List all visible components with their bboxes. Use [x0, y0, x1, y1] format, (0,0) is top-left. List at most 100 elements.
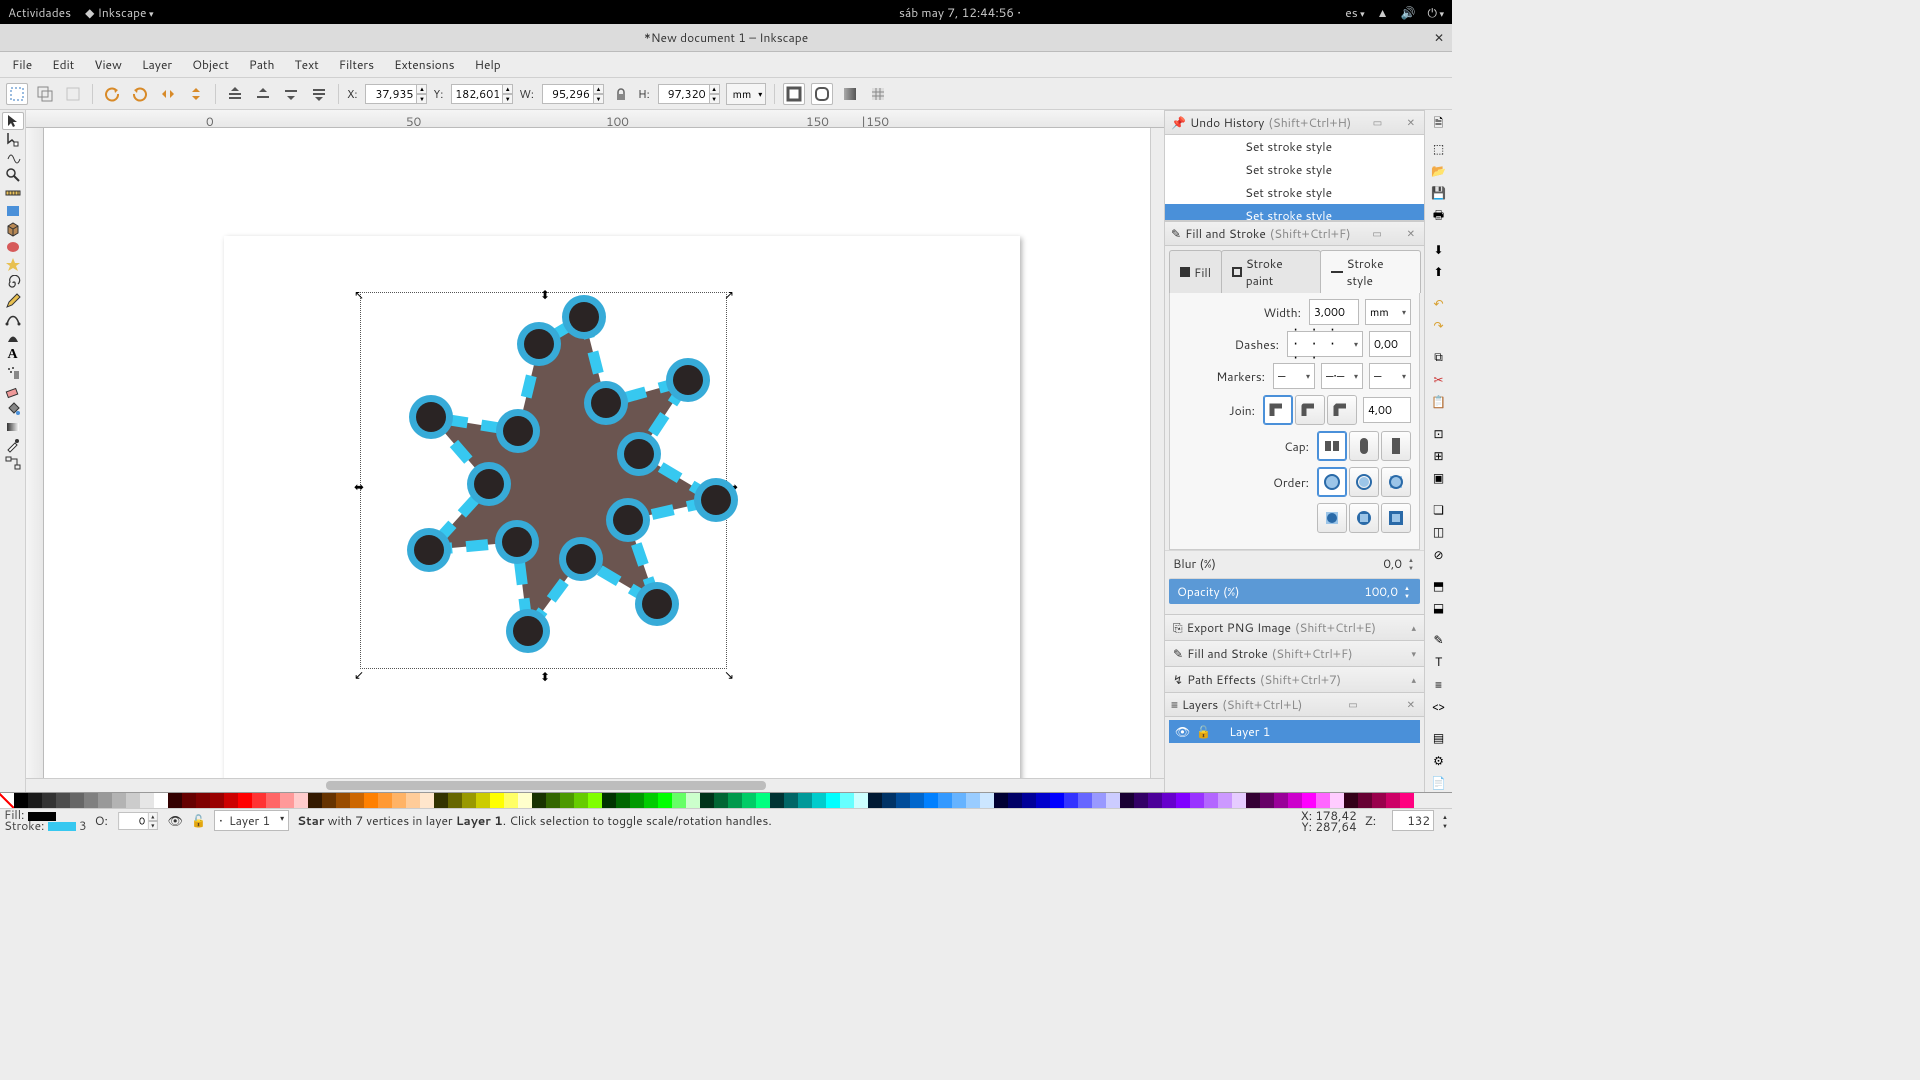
palette-swatch[interactable] — [546, 793, 560, 808]
ungroup-button[interactable]: ⬓ — [1428, 599, 1450, 617]
palette-swatch[interactable] — [168, 793, 182, 808]
palette-swatch[interactable] — [630, 793, 644, 808]
paste-button[interactable]: 📋 — [1428, 393, 1450, 411]
palette-swatch[interactable] — [798, 793, 812, 808]
palette-swatch[interactable] — [854, 793, 868, 808]
palette-swatch[interactable] — [826, 793, 840, 808]
palette-swatch[interactable] — [714, 793, 728, 808]
palette-swatch[interactable] — [378, 793, 392, 808]
palette-swatch[interactable] — [224, 793, 238, 808]
palette-swatch[interactable] — [938, 793, 952, 808]
clone-button[interactable]: ◫ — [1428, 523, 1450, 541]
rect-tool[interactable] — [2, 202, 24, 220]
palette-swatch[interactable] — [1078, 793, 1092, 808]
canvas[interactable]: ↖ ⬍ ↗ ⬌ ⬌ ↙ ⬍ ↘ — [44, 128, 1150, 778]
palette-swatch[interactable] — [672, 793, 686, 808]
panel-minimize-icon[interactable]: ▭ — [1345, 698, 1360, 712]
palette-swatch[interactable] — [1260, 793, 1274, 808]
marker-start-select[interactable]: — — [1273, 363, 1315, 389]
save-button[interactable]: 💾 — [1428, 184, 1450, 202]
network-icon[interactable]: ▲ — [1377, 4, 1389, 21]
palette-swatch[interactable] — [980, 793, 994, 808]
join-miter-button[interactable] — [1263, 395, 1293, 425]
palette-swatch[interactable] — [1064, 793, 1078, 808]
palette-swatch[interactable] — [1386, 793, 1400, 808]
zoom-input[interactable]: 132 — [1392, 810, 1434, 831]
panel-close-icon[interactable]: ✕ — [1404, 698, 1418, 712]
palette-swatch[interactable] — [434, 793, 448, 808]
unit-select[interactable]: mm — [726, 83, 767, 105]
panel-minimize-icon[interactable]: ▭ — [1370, 116, 1385, 130]
undo-item[interactable]: Set stroke style — [1165, 158, 1424, 181]
spray-tool[interactable] — [2, 364, 24, 382]
menu-extensions[interactable]: Extensions — [386, 53, 463, 76]
palette-swatch[interactable] — [1134, 793, 1148, 808]
palette-swatch[interactable] — [308, 793, 322, 808]
cut-button[interactable]: ✂ — [1428, 370, 1450, 388]
panel-minimize-icon[interactable]: ▭ — [1369, 227, 1384, 241]
import-button[interactable]: ⬇ — [1428, 240, 1450, 258]
3dbox-tool[interactable] — [2, 220, 24, 238]
cap-square-button[interactable] — [1381, 431, 1411, 461]
palette-swatch[interactable] — [1232, 793, 1246, 808]
stroke-width-unit[interactable]: mm — [1365, 299, 1411, 325]
palette-swatch[interactable] — [112, 793, 126, 808]
tweak-tool[interactable] — [2, 148, 24, 166]
zoom-tool[interactable] — [2, 166, 24, 184]
palette-swatch[interactable] — [266, 793, 280, 808]
raise-button[interactable] — [252, 83, 274, 105]
cap-round-button[interactable] — [1349, 431, 1379, 461]
palette-swatch[interactable] — [1036, 793, 1050, 808]
scrollbar-horizontal[interactable] — [26, 778, 1164, 792]
palette-swatch[interactable] — [700, 793, 714, 808]
palette-swatch[interactable] — [868, 793, 882, 808]
layer-lock-toggle[interactable]: 🔓 — [191, 812, 206, 829]
palette-swatch[interactable] — [182, 793, 196, 808]
marker-mid-select[interactable]: —•— — [1321, 363, 1363, 389]
palette-swatch[interactable] — [476, 793, 490, 808]
palette-swatch[interactable] — [42, 793, 56, 808]
bezier-tool[interactable] — [2, 310, 24, 328]
h-input[interactable]: ▲▼ — [658, 84, 720, 104]
palette-swatch[interactable] — [490, 793, 504, 808]
undo-item[interactable]: Set stroke style — [1165, 135, 1424, 158]
select-all-layers-button[interactable] — [6, 83, 28, 105]
undo-item-selected[interactable]: Set stroke style — [1165, 204, 1424, 221]
path-effects-header[interactable]: ↯ Path Effects (Shift+Ctrl+7)▴ — [1165, 666, 1424, 692]
move-patterns-button[interactable] — [867, 83, 889, 105]
fillstroke-dlg-button[interactable]: ✎ — [1428, 630, 1450, 648]
palette-swatch[interactable] — [1218, 793, 1232, 808]
palette-swatch[interactable] — [686, 793, 700, 808]
palette-swatch[interactable] — [210, 793, 224, 808]
select-all-button[interactable] — [34, 83, 56, 105]
palette-swatch[interactable] — [1176, 793, 1190, 808]
gradient-tool[interactable] — [2, 418, 24, 436]
palette-swatch[interactable] — [1106, 793, 1120, 808]
star-tool[interactable] — [2, 256, 24, 274]
palette-swatch[interactable] — [252, 793, 266, 808]
lower-bottom-button[interactable] — [308, 83, 330, 105]
palette-swatch[interactable] — [756, 793, 770, 808]
palette-swatch[interactable] — [1162, 793, 1176, 808]
lock-wh-button[interactable] — [610, 83, 632, 105]
palette-swatch[interactable] — [924, 793, 938, 808]
palette-swatch[interactable] — [140, 793, 154, 808]
panel-close-icon[interactable]: ✕ — [1404, 116, 1418, 130]
duplicate-button[interactable]: ❏ — [1428, 500, 1450, 518]
copy-button[interactable]: ⧉ — [1428, 348, 1450, 366]
palette-swatch[interactable] — [1092, 793, 1106, 808]
cap-butt-button[interactable] — [1317, 431, 1347, 461]
marker-end-select[interactable]: — — [1369, 363, 1411, 389]
selector-tool[interactable] — [2, 112, 24, 130]
raise-top-button[interactable] — [224, 83, 246, 105]
menu-path[interactable]: Path — [241, 53, 283, 76]
undo-history-header[interactable]: 📌Undo History (Shift+Ctrl+H) ▭ ✕ — [1165, 110, 1424, 135]
palette-swatch[interactable] — [1372, 793, 1386, 808]
order-6-button[interactable] — [1381, 503, 1411, 533]
palette-swatch[interactable] — [966, 793, 980, 808]
rotate-cw-button[interactable] — [129, 83, 151, 105]
prefs-button[interactable]: ⚙ — [1428, 751, 1450, 769]
blur-slider[interactable]: Blur (%)0,0 ▲▼ — [1165, 550, 1424, 576]
palette-swatch[interactable] — [896, 793, 910, 808]
order-3-button[interactable] — [1381, 467, 1411, 497]
